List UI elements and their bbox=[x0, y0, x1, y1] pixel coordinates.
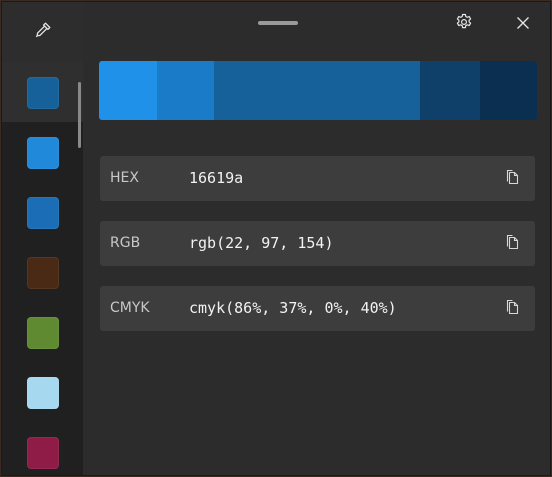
history-color-item[interactable] bbox=[2, 422, 83, 475]
color-swatch bbox=[27, 137, 59, 169]
format-value[interactable]: rgb(22, 97, 154) bbox=[189, 221, 334, 266]
format-row-cmyk: CMYK cmyk(86%, 37%, 0%, 40%) bbox=[100, 286, 535, 331]
format-value[interactable]: cmyk(86%, 37%, 0%, 40%) bbox=[189, 286, 397, 331]
drag-handle[interactable] bbox=[258, 21, 298, 25]
close-icon bbox=[516, 15, 530, 34]
close-button[interactable] bbox=[507, 8, 539, 40]
copy-icon bbox=[505, 234, 519, 254]
format-row-rgb: RGB rgb(22, 97, 154) bbox=[100, 221, 535, 266]
history-scrollbar[interactable] bbox=[78, 82, 81, 148]
color-swatch bbox=[27, 377, 59, 409]
copy-icon bbox=[505, 169, 519, 189]
copy-button[interactable] bbox=[500, 232, 524, 256]
color-shade[interactable] bbox=[157, 61, 214, 120]
gear-icon bbox=[454, 12, 474, 36]
sidebar bbox=[2, 2, 83, 475]
history-color-item[interactable] bbox=[2, 182, 83, 242]
format-row-hex: HEX 16619a bbox=[100, 156, 535, 201]
color-shade[interactable] bbox=[99, 61, 157, 120]
pick-color-button[interactable] bbox=[2, 2, 83, 62]
color-swatch bbox=[27, 77, 59, 109]
color-shade[interactable] bbox=[480, 61, 537, 120]
color-swatch bbox=[27, 437, 59, 469]
copy-button[interactable] bbox=[500, 167, 524, 191]
format-label: RGB bbox=[110, 235, 141, 251]
selected-color-shade[interactable] bbox=[214, 61, 420, 120]
format-label: CMYK bbox=[110, 300, 150, 316]
color-shades-bar bbox=[99, 61, 537, 120]
color-swatch bbox=[27, 317, 59, 349]
copy-button[interactable] bbox=[500, 297, 524, 321]
color-shade[interactable] bbox=[420, 61, 480, 120]
color-swatch bbox=[27, 197, 59, 229]
title-bar bbox=[83, 2, 550, 47]
eyedropper-icon bbox=[34, 21, 52, 43]
history-color-item[interactable] bbox=[2, 242, 83, 302]
history-color-item[interactable] bbox=[2, 362, 83, 422]
format-label: HEX bbox=[110, 170, 139, 186]
color-picker-window: HEX 16619a RGB rgb(22, 97, 154) CMYK cmyk(86%… bbox=[1, 1, 551, 476]
format-value[interactable]: 16619a bbox=[189, 156, 243, 201]
history-color-item[interactable] bbox=[2, 122, 83, 182]
settings-button[interactable] bbox=[448, 8, 480, 40]
copy-icon bbox=[505, 299, 519, 319]
history-color-item[interactable] bbox=[2, 302, 83, 362]
history-color-item[interactable] bbox=[2, 62, 83, 122]
color-swatch bbox=[27, 257, 59, 289]
